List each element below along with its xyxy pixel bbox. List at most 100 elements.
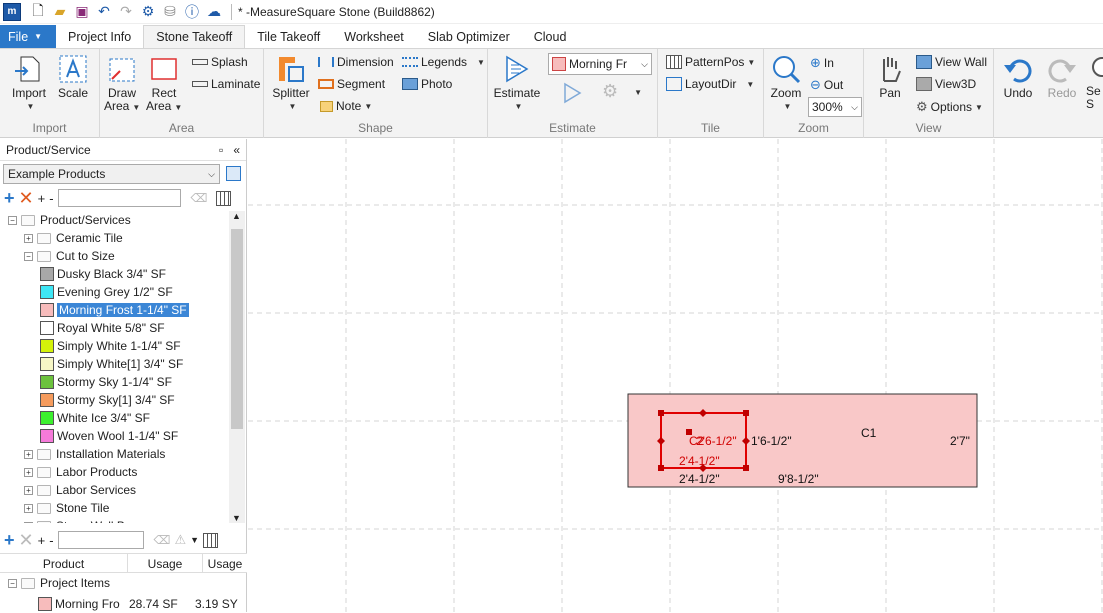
tab-stone-takeoff[interactable]: Stone Takeoff: [143, 25, 246, 48]
tree-item[interactable]: Woven Wool 1-1/4" SF: [40, 427, 178, 445]
database-icon[interactable]: ⛁: [159, 2, 181, 22]
zoom-in-button[interactable]: ⊕ In: [810, 55, 834, 71]
tree-item[interactable]: Stormy Sky 1-1/4" SF: [40, 373, 172, 391]
tree-item[interactable]: Dusky Black 3/4" SF: [40, 265, 166, 283]
redo-icon[interactable]: ↷: [115, 2, 137, 22]
handle-bottom-left[interactable]: [658, 465, 664, 471]
tree-item[interactable]: Morning Frost 1-1/4" SF: [40, 301, 189, 319]
tree-folder[interactable]: + Installation Materials: [24, 445, 165, 463]
new-file-icon[interactable]: 🗋: [27, 2, 49, 22]
handle-top-right[interactable]: [743, 410, 749, 416]
expand-all-icon[interactable]: +: [38, 533, 46, 548]
view3d-button[interactable]: View3D: [916, 77, 976, 91]
handle-bottom-right[interactable]: [743, 465, 749, 471]
dimension-button[interactable]: Dimension: [318, 55, 394, 69]
zoom-button[interactable]: Zoom ▼: [766, 53, 806, 113]
handle-top-left[interactable]: [658, 410, 664, 416]
tab-worksheet[interactable]: Worksheet: [332, 25, 416, 48]
legends-button[interactable]: Legends ▼: [402, 55, 485, 69]
zoom-level-select[interactable]: 300% ⌵: [808, 97, 862, 117]
help-icon[interactable]: ⓘ: [181, 2, 203, 22]
collapse-icon[interactable]: −: [8, 215, 17, 225]
search-button[interactable]: Se S: [1086, 53, 1103, 111]
tree-folder[interactable]: + Stone Tile: [24, 499, 109, 517]
tree-folder[interactable]: + Labor Products: [24, 463, 137, 481]
expand-icon[interactable]: +: [24, 467, 33, 477]
usage-search-input[interactable]: [57, 531, 144, 549]
tree-item[interactable]: Simply White 1-1/4" SF: [40, 337, 181, 355]
play-button[interactable]: [560, 81, 584, 105]
layout-dir-button[interactable]: LayoutDir ▼: [666, 77, 754, 91]
tree-item[interactable]: Evening Grey 1/2" SF: [40, 283, 173, 301]
splash-button[interactable]: Splash: [192, 55, 248, 69]
file-menu-button[interactable]: File ▼: [0, 25, 56, 48]
expand-icon[interactable]: +: [24, 503, 33, 513]
zoom-out-button[interactable]: ⊖ Out: [810, 77, 843, 93]
redo-button[interactable]: Redo: [1042, 53, 1082, 100]
expand-icon[interactable]: +: [24, 449, 33, 459]
chevron-down-icon[interactable]: ▼: [190, 535, 199, 545]
tree-item[interactable]: Royal White 5/8" SF: [40, 319, 165, 337]
tree-folder[interactable]: + Labor Services: [24, 481, 136, 499]
estimate-settings-button[interactable]: ⚙ ▼: [602, 81, 652, 105]
cloud-icon[interactable]: ☁: [203, 2, 225, 22]
product-select[interactable]: Morning Fr ⌵: [548, 53, 652, 75]
expand-icon[interactable]: +: [24, 233, 33, 243]
options-button[interactable]: ⚙ Options ▼: [916, 99, 983, 115]
collapse-icon[interactable]: «: [233, 143, 240, 157]
tree-folder[interactable]: + Ceramic Tile: [24, 229, 123, 247]
laminate-button[interactable]: Laminate: [192, 77, 260, 91]
grid-view-icon[interactable]: [215, 190, 231, 206]
pan-button[interactable]: Pan: [870, 53, 910, 100]
tab-slab-optimizer[interactable]: Slab Optimizer: [416, 25, 522, 48]
grid-view-icon[interactable]: [203, 532, 219, 548]
tree-item[interactable]: Simply White[1] 3/4" SF: [40, 355, 183, 373]
delete-icon[interactable]: ✕: [19, 188, 34, 209]
drawing-canvas[interactable]: C1 2'7" 2'4-1/2" 9'8-1/2" 1'6-1/2" C2 2'…: [248, 139, 1103, 612]
tab-project-info[interactable]: Project Info: [56, 25, 143, 48]
column-header-usage-2[interactable]: Usage: [203, 554, 247, 572]
tree-folder[interactable]: − Product/Services: [8, 211, 131, 229]
segment-button[interactable]: Segment: [318, 77, 385, 91]
warning-icon[interactable]: ⚠: [175, 532, 187, 548]
delete-icon[interactable]: ✕: [19, 530, 34, 551]
view-wall-button[interactable]: View Wall: [916, 55, 987, 69]
collapse-all-icon[interactable]: -: [49, 191, 53, 206]
table-row[interactable]: Morning Fro 28.74 SF 3.19 SY: [38, 595, 238, 613]
scrollbar-thumb[interactable]: [231, 229, 243, 429]
drawing-svg[interactable]: C1 2'7" 2'4-1/2" 9'8-1/2" 1'6-1/2" C2 2'…: [248, 139, 1103, 612]
open-folder-icon[interactable]: ▰: [49, 2, 71, 22]
tab-cloud[interactable]: Cloud: [522, 25, 579, 48]
settings-gear-icon[interactable]: ⚙: [137, 2, 159, 22]
column-header-usage[interactable]: Usage: [128, 554, 203, 572]
tree-folder[interactable]: + Stone Wall Base: [24, 517, 144, 523]
catalog-manage-icon[interactable]: [226, 166, 241, 181]
tree-item[interactable]: Stormy Sky[1] 3/4" SF: [40, 391, 175, 409]
clear-search-icon[interactable]: ⌫: [191, 191, 208, 205]
rect-area-button[interactable]: Rect Area ▼: [146, 53, 182, 114]
usage-group-row[interactable]: − Project Items: [8, 574, 110, 592]
tree-item[interactable]: White Ice 3/4" SF: [40, 409, 150, 427]
tree-folder[interactable]: − Cut to Size: [24, 247, 115, 265]
import-button[interactable]: Import ▼: [8, 53, 50, 113]
scale-button[interactable]: Scale: [55, 53, 91, 100]
expand-icon[interactable]: +: [24, 521, 33, 523]
save-icon[interactable]: ▣: [71, 2, 93, 22]
estimate-button[interactable]: Estimate ▼: [492, 53, 542, 113]
tree-scrollbar[interactable]: ▲ ▼: [229, 211, 245, 523]
expand-icon[interactable]: +: [24, 485, 33, 495]
add-icon[interactable]: +: [4, 188, 15, 209]
collapse-icon[interactable]: −: [24, 251, 33, 261]
splitter-button[interactable]: Splitter ▼: [270, 53, 312, 113]
product-search-input[interactable]: [57, 189, 181, 207]
pattern-pos-button[interactable]: PatternPos ▼: [666, 55, 755, 69]
expand-all-icon[interactable]: +: [38, 191, 46, 206]
collapse-all-icon[interactable]: -: [49, 533, 53, 548]
note-button[interactable]: Note ▼: [320, 99, 372, 113]
clear-search-icon[interactable]: ⌫: [154, 533, 171, 547]
add-icon[interactable]: +: [4, 530, 15, 551]
scroll-up-icon[interactable]: ▲: [232, 211, 241, 221]
tab-tile-takeoff[interactable]: Tile Takeoff: [245, 25, 332, 48]
undo-icon[interactable]: ↶: [93, 2, 115, 22]
undo-button[interactable]: Undo: [998, 53, 1038, 100]
